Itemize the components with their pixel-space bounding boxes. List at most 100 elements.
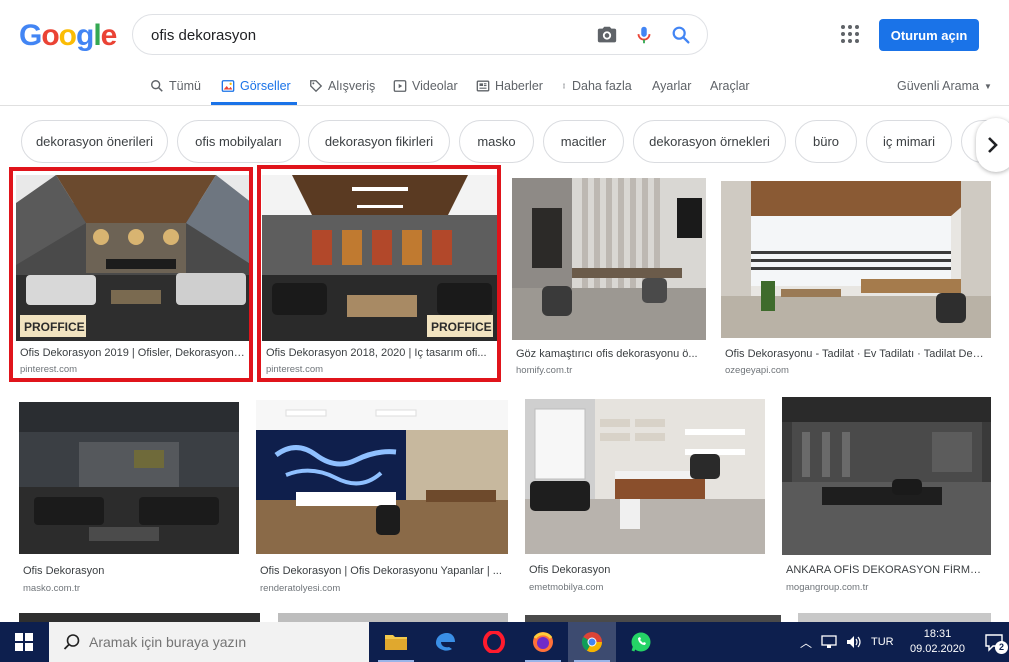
search-icon[interactable] <box>670 24 692 46</box>
chip-ofis-mobilyalari[interactable]: ofis mobilyaları <box>177 120 300 163</box>
image-result[interactable]: ANKARA OFİS DEKORASYON FİRMASI ... mogan… <box>782 397 991 596</box>
chip-dekorasyon-fikirleri[interactable]: dekorasyon fikirleri <box>308 120 450 163</box>
office-image <box>721 181 991 338</box>
result-source[interactable]: emetmobilya.com <box>529 582 603 593</box>
language-indicator[interactable]: TUR <box>871 636 894 648</box>
search-box <box>132 14 708 55</box>
clock-date: 09.02.2020 <box>909 643 966 655</box>
microphone-icon[interactable] <box>633 24 655 46</box>
image-result-partial[interactable] <box>525 615 781 622</box>
chip-ic-mimari[interactable]: iç mimari <box>866 120 952 163</box>
firefox-icon <box>533 632 553 652</box>
tab-settings[interactable]: Ayarlar <box>652 76 691 96</box>
active-tab-underline <box>211 102 297 105</box>
image-result[interactable]: Göz kamaştırıcı ofis dekorasyonu ö... ho… <box>512 178 706 380</box>
result-title[interactable]: Göz kamaştırıcı ofis dekorasyonu ö... <box>516 348 702 360</box>
clock-time: 18:31 <box>923 628 952 640</box>
result-thumbnail[interactable] <box>721 181 991 338</box>
tab-all[interactable]: Tümü <box>150 76 201 96</box>
image-result-partial[interactable] <box>19 613 260 622</box>
office-image <box>512 178 706 340</box>
chip-macitler[interactable]: macitler <box>543 120 624 163</box>
result-title[interactable]: Ofis Dekorasyon <box>23 565 235 577</box>
tag-icon <box>310 80 323 93</box>
whatsapp-icon <box>631 632 651 652</box>
image-result-partial[interactable] <box>798 613 991 622</box>
opera-icon <box>483 631 505 653</box>
chip-masko[interactable]: masko <box>459 120 534 163</box>
tab-shopping[interactable]: Alışveriş <box>309 76 375 96</box>
result-source[interactable]: masko.com.tr <box>23 583 80 594</box>
result-title[interactable]: Ofis Dekorasyon <box>529 564 761 576</box>
result-thumbnail[interactable] <box>782 397 991 555</box>
taskbar-search[interactable] <box>49 622 369 662</box>
speaker-icon[interactable] <box>846 635 862 649</box>
system-tray: ︿ TUR <box>800 622 894 662</box>
file-explorer-app[interactable] <box>372 622 420 662</box>
firefox-app[interactable] <box>519 622 567 662</box>
search-icon <box>63 634 80 650</box>
office-image <box>19 402 239 554</box>
image-result[interactable]: Ofis Dekorasyon | Ofis Dekorasyonu Yapan… <box>256 400 508 596</box>
opera-app[interactable] <box>470 622 518 662</box>
highlight-box <box>257 165 501 382</box>
tab-videos[interactable]: Videolar <box>393 76 458 96</box>
result-source[interactable]: homify.com.tr <box>516 365 572 376</box>
whatsapp-app[interactable] <box>617 622 665 662</box>
edge-icon <box>436 633 455 651</box>
chip-dekorasyon-ornekleri[interactable]: dekorasyon örnekleri <box>633 120 786 163</box>
result-source[interactable]: ozegeyapi.com <box>725 365 789 376</box>
notification-count: 2 <box>995 641 1008 654</box>
search-input[interactable] <box>151 25 571 45</box>
office-image <box>256 400 508 554</box>
office-image <box>525 399 765 554</box>
safe-search-dropdown[interactable]: Güvenli Arama ▼ <box>897 76 992 96</box>
chevron-up-icon[interactable]: ︿ <box>800 634 812 651</box>
taskbar-search-input[interactable] <box>89 634 349 650</box>
apps-grid-icon[interactable] <box>840 24 860 44</box>
camera-icon[interactable] <box>596 24 618 46</box>
search-tabs: Tümü Görseller Alışveriş Videolar Haberl… <box>0 68 1009 106</box>
result-thumbnail[interactable] <box>512 178 706 340</box>
image-result[interactable]: Ofis Dekorasyon masko.com.tr <box>19 402 239 596</box>
result-title[interactable]: ANKARA OFİS DEKORASYON FİRMASI ... <box>786 564 987 576</box>
more-vertical-icon <box>563 83 565 89</box>
network-icon[interactable] <box>821 635 837 649</box>
google-header: Google Oturum açın Tümü Görseller Alışve… <box>0 0 1009 106</box>
image-result[interactable]: Ofis Dekorasyon emetmobilya.com <box>525 399 765 596</box>
tab-tools[interactable]: Araçlar <box>710 76 750 96</box>
caret-down-icon: ▼ <box>983 81 992 91</box>
result-thumbnail[interactable] <box>256 400 508 554</box>
result-source[interactable]: mogangroup.com.tr <box>786 582 868 593</box>
tab-more[interactable]: Daha fazla <box>561 76 632 96</box>
chip-buro[interactable]: büro <box>795 120 857 163</box>
edge-app[interactable] <box>421 622 469 662</box>
image-result-partial[interactable] <box>278 613 508 622</box>
signin-button[interactable]: Oturum açın <box>879 19 979 51</box>
clock[interactable]: 18:31 09.02.2020 <box>905 622 970 662</box>
chrome-icon <box>581 632 603 653</box>
windows-logo-icon <box>15 633 33 651</box>
chips-next-button[interactable] <box>976 118 1009 172</box>
video-icon <box>393 80 407 92</box>
image-icon <box>221 80 235 92</box>
result-thumbnail[interactable] <box>525 399 765 554</box>
highlight-box <box>9 167 253 382</box>
start-button[interactable] <box>0 622 48 662</box>
chip-dekorasyon-onerileri[interactable]: dekorasyon önerileri <box>21 120 168 163</box>
image-result[interactable]: Ofis Dekorasyonu - Tadilat · Ev Tadilatı… <box>721 181 991 380</box>
action-center[interactable]: 2 <box>982 622 1008 662</box>
result-source[interactable]: renderatolyesi.com <box>260 583 340 594</box>
folder-icon <box>385 635 407 650</box>
result-title[interactable]: Ofis Dekorasyon | Ofis Dekorasyonu Yapan… <box>260 565 504 577</box>
news-icon <box>476 80 490 92</box>
office-image <box>782 397 991 555</box>
tab-news[interactable]: Haberler <box>476 76 543 96</box>
tab-images[interactable]: Görseller <box>221 76 291 96</box>
result-title[interactable]: Ofis Dekorasyonu - Tadilat · Ev Tadilatı… <box>725 348 987 360</box>
search-icon <box>151 80 163 92</box>
chevron-right-icon <box>988 137 998 153</box>
chrome-app[interactable] <box>568 622 616 662</box>
google-logo[interactable]: Google <box>19 19 117 53</box>
result-thumbnail[interactable] <box>19 402 239 554</box>
